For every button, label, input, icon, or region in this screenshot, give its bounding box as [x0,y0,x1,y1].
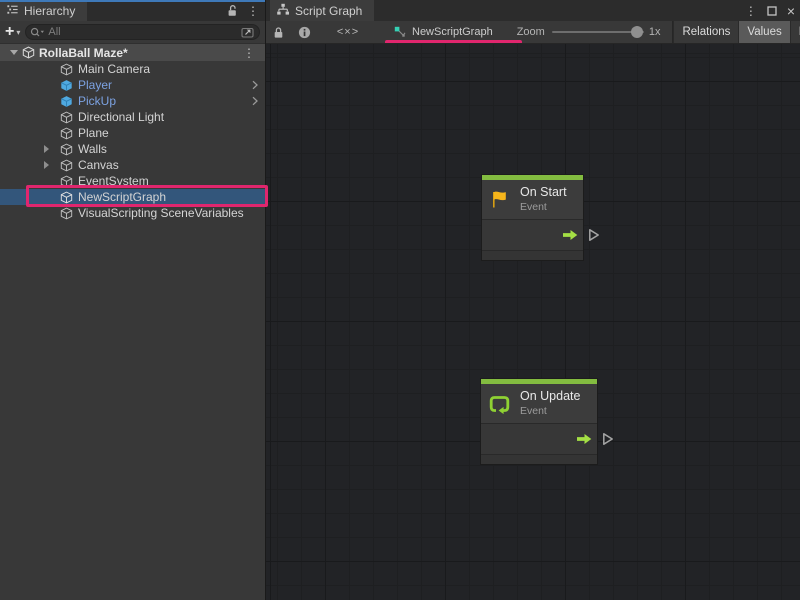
node-subtitle: Event [520,405,580,418]
gameobject-cube-icon [60,111,73,124]
open-prefab-arrow-icon[interactable] [252,96,258,106]
tab-script-graph-label: Script Graph [295,4,362,18]
tree-item-label: EventSystem [78,174,149,188]
variables-glyph: <×> [337,26,359,38]
graph-lock-icon[interactable] [266,21,290,44]
prefab-cube-icon [60,79,73,92]
node-on-start[interactable]: On Start Event [482,175,583,260]
zoom-slider-handle[interactable] [631,26,643,38]
expander-icon[interactable] [44,145,49,153]
open-prefab-arrow-icon[interactable] [252,80,258,90]
gameobject-cube-icon [60,143,73,156]
node-on-update[interactable]: On Update Event [481,379,597,464]
gameobject-cube-icon [60,159,73,172]
tree-item-player[interactable]: Player [0,77,265,93]
tree-item-label: Main Camera [78,62,150,76]
caret-down-icon: ▾ [16,28,20,37]
graph-info-icon[interactable] [292,21,316,44]
relations-toggle-button[interactable]: Relations [673,21,738,44]
breadcrumb-graph[interactable]: NewScriptGraph [382,21,505,44]
tree-item-main-camera[interactable]: Main Camera [0,61,265,77]
zoom-value: 1x [649,26,661,38]
node-footer [482,250,583,260]
hierarchy-menu-icon[interactable]: ⋮ [247,5,259,17]
expander-icon[interactable] [44,161,49,169]
blackboard-variables-toggle[interactable]: <×> [328,21,368,44]
unity-scene-icon [22,46,35,59]
node-title: On Update [520,389,580,405]
plus-icon: + [5,24,14,40]
tree-item-label: Walls [78,142,107,156]
gameobject-cube-icon [60,127,73,140]
hierarchy-tree: Main Camera Player PickUp [0,61,265,221]
tree-item-newscriptgraph[interactable]: NewScriptGraph [0,189,265,205]
focused-panel-accent-line [0,0,265,2]
tree-item-label: Player [78,78,112,92]
node-title: On Start [520,185,567,201]
tree-item-label: Directional Light [78,110,164,124]
search-icon [30,27,45,38]
hierarchy-toolbar: + ▾ [0,21,265,43]
tree-item-label: PickUp [78,94,116,108]
zoom-label: Zoom [517,26,545,38]
flow-arrow-icon [577,434,592,444]
hierarchy-tabstrip: Hierarchy ⋮ [0,0,265,21]
flow-arrow-icon [563,230,578,240]
gameobject-cube-icon [60,63,73,76]
scene-menu-icon[interactable]: ⋮ [243,47,265,59]
dim-toggle-button[interactable]: Dim [790,21,800,44]
tree-item-label: Plane [78,126,109,140]
window-menu-icon[interactable]: ⋮ [745,5,757,17]
hierarchy-unlock-icon[interactable] [227,4,238,17]
prefab-cube-icon [60,95,73,108]
hierarchy-search-field[interactable] [25,24,260,40]
tree-item-label: VisualScripting SceneVariables [78,206,244,220]
graph-tree-icon [276,3,290,19]
script-graph-tabstrip: Script Graph ⋮ × [266,0,800,21]
tab-hierarchy-label: Hierarchy [24,4,75,18]
tree-item-walls[interactable]: Walls [0,141,265,157]
script-graph-panel: Script Graph ⋮ × <×> [265,0,800,600]
tree-item-eventsystem[interactable]: EventSystem [0,173,265,189]
tab-script-graph[interactable]: Script Graph [270,0,374,21]
values-toggle-button[interactable]: Values [738,21,789,44]
tab-hierarchy[interactable]: Hierarchy [0,0,87,21]
tree-item-canvas[interactable]: Canvas [0,157,265,173]
hierarchy-panel: Hierarchy ⋮ + ▾ [0,0,265,600]
close-icon[interactable]: × [787,4,795,18]
output-port[interactable] [588,228,600,242]
flag-icon [489,189,512,211]
tree-item-plane[interactable]: Plane [0,125,265,141]
gameobject-cube-icon [60,207,73,220]
tree-item-pickup[interactable]: PickUp [0,93,265,109]
gameobject-cube-icon [60,191,73,204]
tree-item-label: Canvas [78,158,119,172]
zoom-slider[interactable] [552,31,644,33]
tree-item-label: NewScriptGraph [78,190,166,204]
tree-item-visualscripting-scenevariables[interactable]: VisualScripting SceneVariables [0,205,265,221]
breadcrumb-label: NewScriptGraph [412,26,493,38]
open-search-window-icon[interactable] [240,26,256,38]
gameobject-cube-icon [60,175,73,188]
loop-icon [488,393,512,415]
graph-asset-icon [394,26,406,38]
graph-canvas[interactable]: On Start Event [266,44,800,600]
output-port[interactable] [602,432,614,446]
tree-item-directional-light[interactable]: Directional Light [0,109,265,125]
scene-foldout-icon[interactable] [10,50,18,55]
node-subtitle: Event [520,201,567,214]
hierarchy-icon [6,3,19,19]
maximize-icon[interactable] [767,6,777,16]
graph-toolbar: <×> NewScriptGraph Zoom 1x Relations Val… [266,21,800,44]
add-gameobject-button[interactable]: + ▾ [5,24,20,40]
scene-name: RollaBall Maze* [39,46,128,60]
scene-header[interactable]: RollaBall Maze* ⋮ [0,43,265,61]
search-input[interactable] [48,26,237,38]
node-footer [481,454,597,464]
